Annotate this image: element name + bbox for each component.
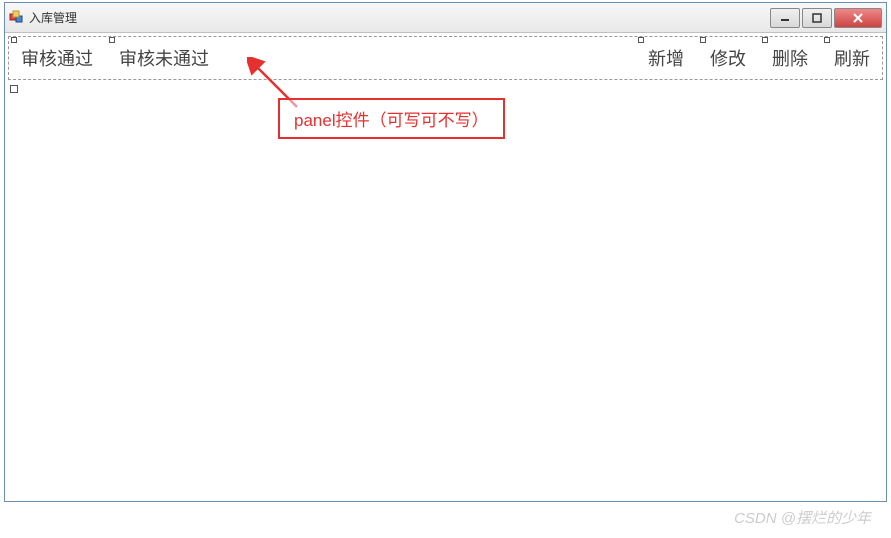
toolbar-left: 审核通过 审核未通过 [17, 43, 213, 73]
designer-handle-icon [109, 37, 115, 43]
button-label: 刷新 [834, 49, 870, 69]
designer-handle-icon [11, 37, 17, 43]
add-button[interactable]: 新增 [644, 43, 688, 73]
titlebar[interactable]: 入库管理 [5, 3, 886, 33]
designer-handle-icon [638, 37, 644, 43]
annotation-text: panel控件（可写可不写） [294, 111, 489, 130]
watermark: CSDN @摆烂的少年 [734, 507, 871, 528]
button-label: 修改 [710, 49, 746, 69]
designer-handle-icon [700, 37, 706, 43]
designer-handle-icon [762, 37, 768, 43]
close-button[interactable] [834, 8, 882, 28]
window-title: 入库管理 [29, 9, 770, 26]
toolbar-panel: 审核通过 审核未通过 新增 修改 删除 刷新 [8, 36, 883, 80]
approve-button[interactable]: 审核通过 [17, 43, 97, 73]
maximize-button[interactable] [802, 8, 832, 28]
refresh-button[interactable]: 刷新 [830, 43, 874, 73]
button-label: 删除 [772, 49, 808, 69]
edit-button[interactable]: 修改 [706, 43, 750, 73]
app-icon [9, 10, 25, 26]
toolbar-right: 新增 修改 删除 刷新 [644, 43, 874, 73]
designer-handle-icon [10, 85, 18, 93]
delete-button[interactable]: 删除 [768, 43, 812, 73]
designer-handle-icon [824, 37, 830, 43]
annotation-label: panel控件（可写可不写） [278, 98, 505, 139]
window-controls [770, 8, 882, 28]
button-label: 审核未通过 [119, 49, 209, 69]
window-frame: 入库管理 审核通过 审核未通过 [4, 2, 887, 502]
button-label: 新增 [648, 49, 684, 69]
reject-button[interactable]: 审核未通过 [115, 43, 213, 73]
button-label: 审核通过 [21, 49, 93, 69]
minimize-button[interactable] [770, 8, 800, 28]
content-area [8, 83, 883, 498]
